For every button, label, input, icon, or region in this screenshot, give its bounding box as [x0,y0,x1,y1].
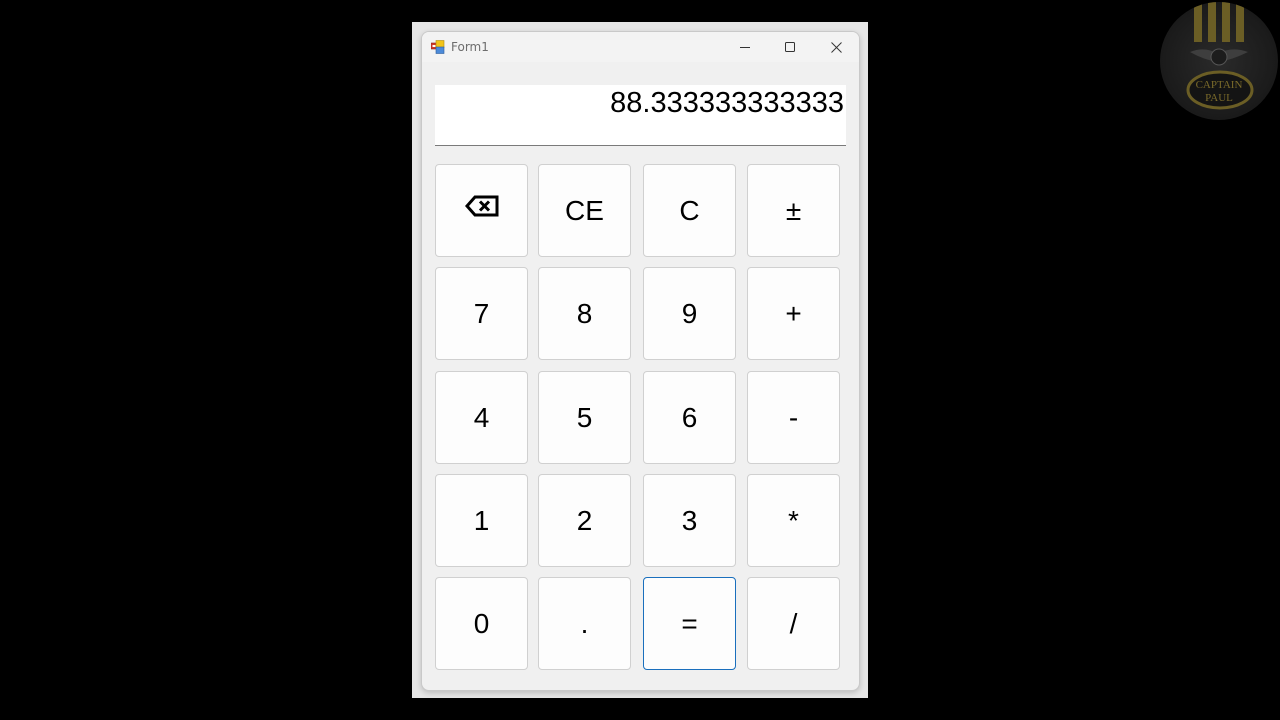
nine-label: 9 [681,297,698,329]
plus-button[interactable]: + [747,267,840,360]
negate-label: ± [785,194,802,226]
app-icon [430,40,445,54]
decimal-button[interactable]: . [538,577,631,670]
equals-label: = [681,607,698,639]
divide-label: / [789,607,798,639]
six-label: 6 [681,401,698,433]
minimize-icon [740,42,750,52]
backspace-icon [464,192,499,224]
minus-button[interactable]: - [747,371,840,464]
one-label: 1 [473,504,490,536]
title-bar[interactable]: Form1 [422,32,859,62]
five-button[interactable]: 5 [538,371,631,464]
watermark-line2: PAUL [1205,92,1233,104]
display-textbox[interactable]: 88.333333333333 [435,85,846,146]
clear-entry-label: CE [565,194,604,226]
multiply-button[interactable]: * [747,474,840,567]
seven-label: 7 [473,297,490,329]
backspace-button[interactable] [435,164,528,257]
one-button[interactable]: 1 [435,474,528,567]
calculator-window: Form1 88.333333333333 CE C ±7 8 9 +4 5 6 - 1 2 3 * 0.… [421,31,860,691]
decimal-label: . [580,607,589,639]
eight-button[interactable]: 8 [538,267,631,360]
maximize-icon [785,42,795,52]
plus-label: + [785,297,802,329]
clear-entry-button[interactable]: CE [538,164,631,257]
two-button[interactable]: 2 [538,474,631,567]
negate-button[interactable]: ± [747,164,840,257]
four-label: 4 [473,401,490,433]
five-label: 5 [576,401,593,433]
two-label: 2 [576,504,593,536]
multiply-label: * [788,504,799,536]
eight-label: 8 [576,297,593,329]
three-button[interactable]: 3 [643,474,736,567]
minimize-button[interactable] [723,32,767,62]
seven-button[interactable]: 7 [435,267,528,360]
divide-button[interactable]: / [747,577,840,670]
watermark-line1: CAPTAIN [1195,79,1243,91]
nine-button[interactable]: 9 [643,267,736,360]
clear-button[interactable]: C [643,164,736,257]
display-value: 88.333333333333 [610,87,844,119]
captain-paul-watermark-logo: CAPTAIN PAUL [1160,2,1278,120]
minus-label: - [788,401,799,433]
clear-label: C [679,194,700,226]
close-icon [830,41,842,53]
four-button[interactable]: 4 [435,371,528,464]
equals-button[interactable]: = [643,577,736,670]
three-label: 3 [681,504,698,536]
six-button[interactable]: 6 [643,371,736,464]
desktop-area: Form1 88.333333333333 CE C ±7 8 9 +4 5 6 - 1 2 3 * 0.… [412,22,868,698]
close-button[interactable] [814,32,858,62]
zero-button[interactable]: 0 [435,577,528,670]
maximize-button[interactable] [768,32,812,62]
window-title: Form1 [451,40,489,54]
zero-label: 0 [473,607,490,639]
